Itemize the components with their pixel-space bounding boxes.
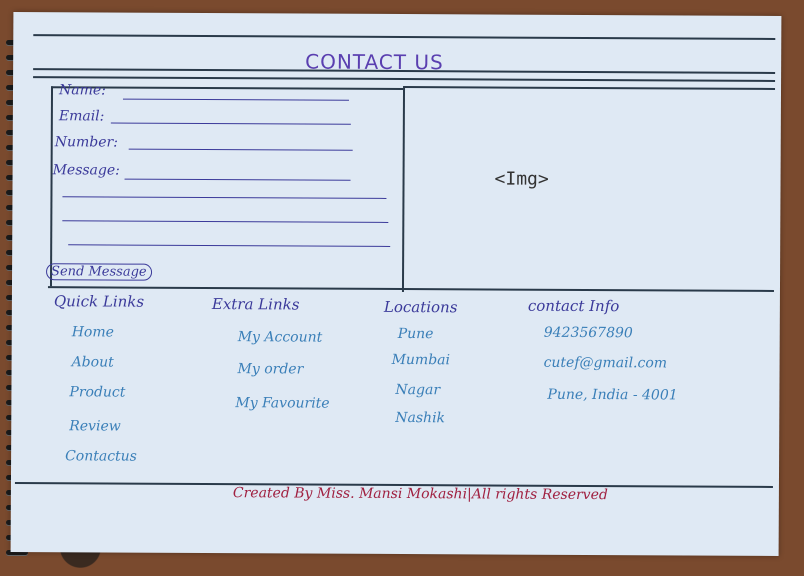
message-field[interactable] <box>124 178 351 181</box>
contact-info-heading: contact Info <box>527 296 620 316</box>
message-line-4[interactable] <box>68 244 391 247</box>
extra-link-my-order[interactable]: My order <box>238 361 304 377</box>
quick-link-home[interactable]: Home <box>72 324 114 340</box>
form-box-left <box>49 86 53 287</box>
contact-email[interactable]: cutef@gmail.com <box>544 355 668 372</box>
number-label: Number: <box>54 134 118 151</box>
quick-link-product[interactable]: Product <box>69 384 125 400</box>
contact-address: Pune, India - 4001 <box>547 386 678 404</box>
email-label: Email: <box>58 108 105 125</box>
image-box-top <box>403 86 776 90</box>
name-label: Name: <box>58 82 106 99</box>
number-field[interactable] <box>128 148 353 151</box>
extra-link-my-favourite[interactable]: My Favourite <box>235 395 329 411</box>
location-mumbai[interactable]: Mumbai <box>392 352 451 368</box>
quick-links-heading: Quick Links <box>53 292 145 311</box>
form-section-bottom <box>47 286 774 292</box>
quick-link-review[interactable]: Review <box>69 418 121 434</box>
quick-link-about[interactable]: About <box>72 354 114 370</box>
notebook-page: CONTACT US Name: Email: Number: Message:… <box>10 11 782 557</box>
extra-link-my-account[interactable]: My Account <box>238 329 323 345</box>
send-message-button[interactable]: Send Message <box>46 263 152 281</box>
extra-links-heading: Extra Links <box>211 295 300 314</box>
message-label: Message: <box>52 162 120 179</box>
header-top-line <box>33 34 776 40</box>
credit-text: Created By Miss. Mansi Mokashi|All right… <box>232 485 608 504</box>
location-nashik[interactable]: Nashik <box>395 410 445 426</box>
page-title: CONTACT US <box>305 49 444 75</box>
location-pune[interactable]: Pune <box>398 326 434 342</box>
message-line-2[interactable] <box>62 196 387 199</box>
quick-link-contactus[interactable]: Contactus <box>65 448 137 464</box>
image-placeholder: <Img> <box>494 168 549 190</box>
email-field[interactable] <box>110 122 351 125</box>
header-bottom-line-2 <box>33 76 776 82</box>
message-line-3[interactable] <box>62 220 389 223</box>
form-box-right <box>401 88 405 293</box>
locations-heading: Locations <box>383 297 458 317</box>
location-nagar[interactable]: Nagar <box>395 382 440 398</box>
name-field[interactable] <box>122 98 349 101</box>
contact-phone[interactable]: 9423567890 <box>544 325 633 341</box>
